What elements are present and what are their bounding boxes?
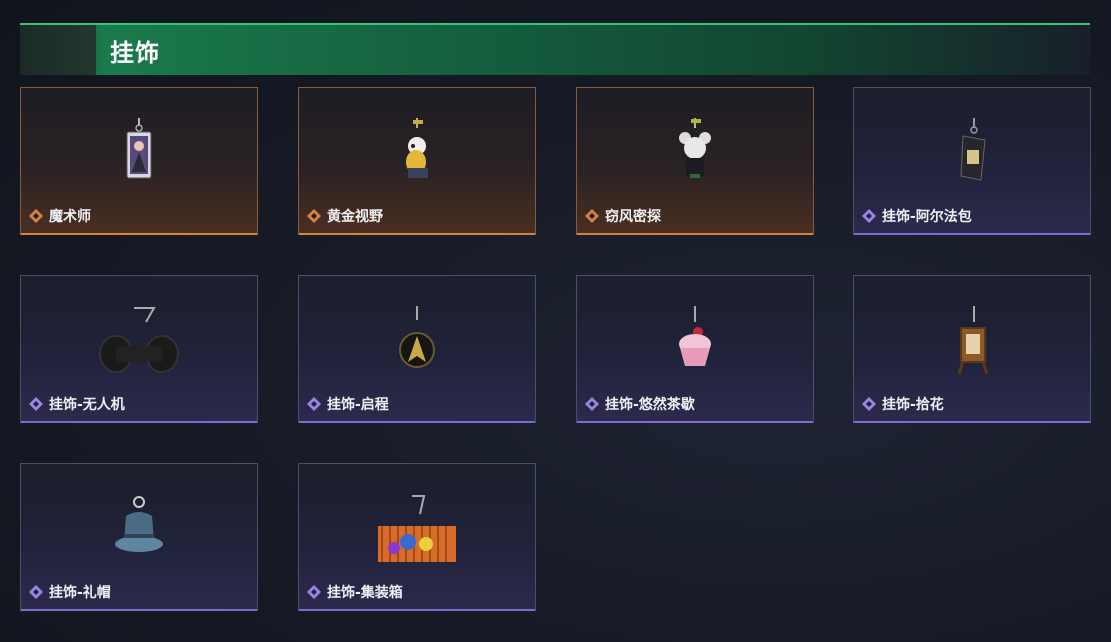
charm-name: 挂饰-悠然茶歇 (605, 397, 695, 413)
charm-card[interactable]: 魔术师 (20, 87, 258, 235)
purple-rarity-icon (862, 209, 876, 223)
cupcake-charm-icon (679, 306, 711, 366)
gold-rarity-icon (29, 209, 43, 223)
gold-rarity-icon (307, 209, 321, 223)
purple-rarity-icon (862, 397, 876, 411)
charm-card[interactable]: 挂饰-启程 (298, 275, 536, 423)
charm-name: 黄金视野 (327, 209, 383, 225)
section-title: 挂饰 (110, 39, 160, 67)
purple-rarity-icon (307, 585, 321, 599)
charm-name: 挂饰-无人机 (49, 397, 125, 413)
charm-name: 挂饰-启程 (327, 397, 389, 413)
charm-name: 挂饰-阿尔法包 (882, 209, 972, 225)
purple-rarity-icon (29, 585, 43, 599)
drone-charm-icon (99, 307, 179, 373)
charm-card[interactable]: 挂饰-拾花 (853, 275, 1091, 423)
charm-card[interactable]: 挂饰-礼帽 (20, 463, 258, 611)
gold-rarity-icon (585, 209, 599, 223)
charm-name: 挂饰-礼帽 (49, 585, 111, 601)
charm-card[interactable]: 挂饰-集装箱 (298, 463, 536, 611)
purple-rarity-icon (307, 397, 321, 411)
alpha-pack-charm-icon (960, 118, 986, 181)
charm-card[interactable]: 窃风密探 (576, 87, 814, 235)
top-hat-charm-icon (115, 496, 163, 552)
charm-name: 窃风密探 (605, 209, 661, 225)
charm-name: 挂饰-拾花 (882, 397, 944, 413)
section-header: 挂饰 (20, 23, 1090, 75)
charm-name: 魔术师 (49, 209, 91, 225)
charm-name: 挂饰-集装箱 (327, 585, 403, 601)
charm-card[interactable]: 挂饰-阿尔法包 (853, 87, 1091, 235)
golden-vision-charm-icon (406, 118, 428, 178)
departure-charm-icon (399, 306, 435, 368)
header-stub (20, 25, 96, 75)
magician-charm-icon (126, 118, 152, 179)
container-charm-icon (378, 495, 456, 562)
charm-card[interactable]: 挂饰-无人机 (20, 275, 258, 423)
picking-flowers-charm-icon (957, 306, 989, 375)
wind-spy-charm-icon (679, 118, 711, 178)
purple-rarity-icon (29, 397, 43, 411)
charm-card[interactable]: 黄金视野 (298, 87, 536, 235)
charm-card[interactable]: 挂饰-悠然茶歇 (576, 275, 814, 423)
purple-rarity-icon (585, 397, 599, 411)
